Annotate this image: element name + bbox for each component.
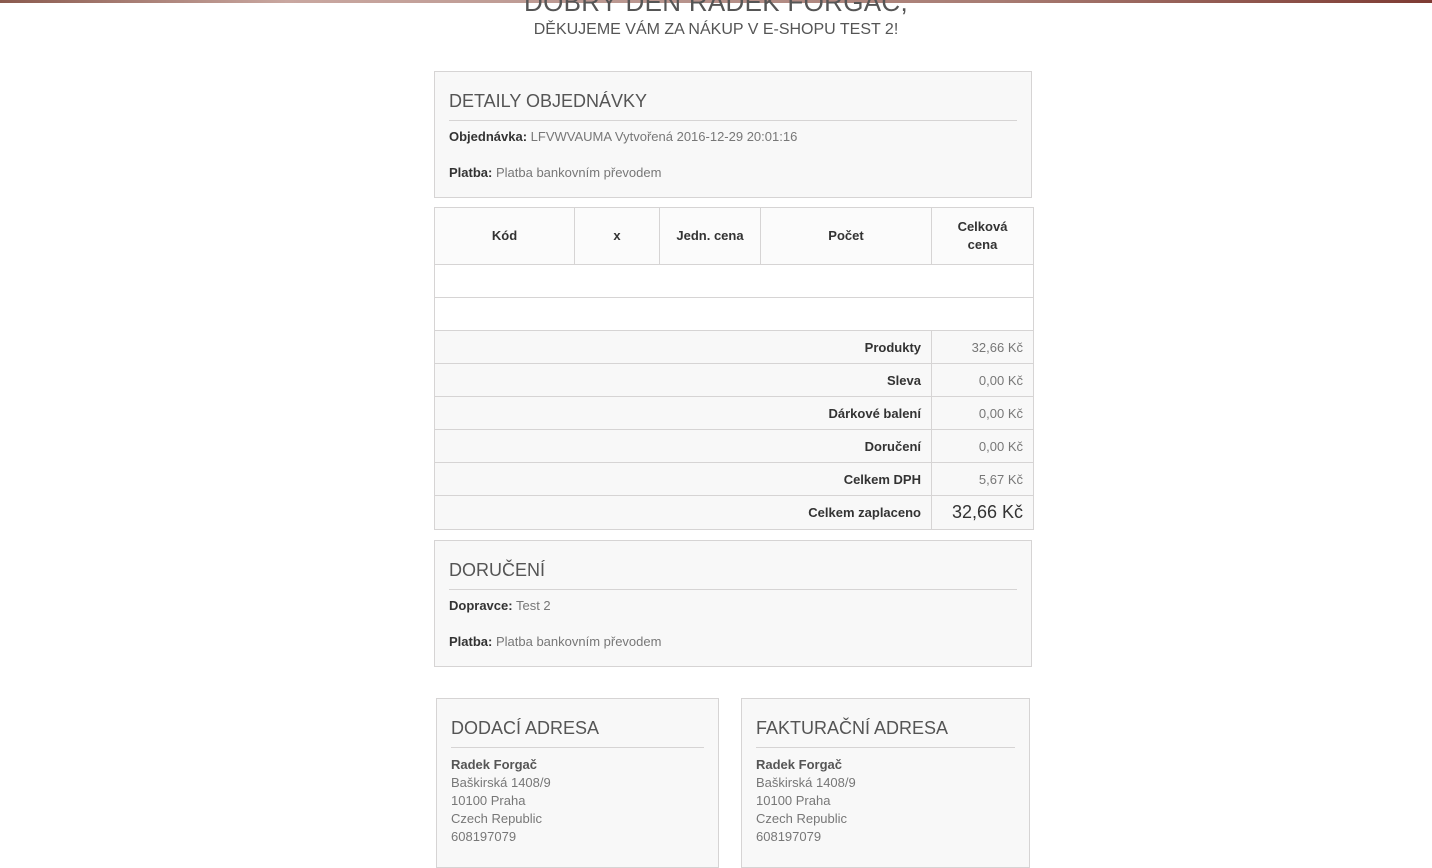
total-paid-value: 32,66 Kč	[931, 495, 1034, 530]
summary-value: 5,67 Kč	[931, 462, 1034, 496]
summary-label: Dárkové balení	[434, 396, 932, 430]
summary-label: Celkem zaplaceno	[434, 495, 932, 530]
order-items-table: Kód x Jedn. cena Počet Celková cena Prod…	[434, 207, 1034, 530]
billing-street: Baškirská 1408/9	[756, 775, 856, 790]
empty-cell	[434, 297, 1034, 331]
thank-you-message: DĚKUJEME VÁM ZA NÁKUP V E-SHOPU TEST 2!	[533, 21, 899, 38]
summary-value: 0,00 Kč	[931, 396, 1034, 430]
order-payment-value: Platba bankovním převodem	[495, 165, 662, 180]
column-header-x: x	[574, 207, 660, 265]
billing-address-details: Radek Forgač Baškirská 1408/9 10100 Prah…	[756, 748, 1015, 846]
table-header-row: Kód x Jedn. cena Počet Celková cena	[434, 207, 1034, 265]
shipping-address-box: DODACÍ ADRESA Radek Forgač Baškirská 140…	[436, 698, 719, 868]
summary-row-shipping: Doručení 0,00 Kč	[434, 429, 1034, 463]
summary-row-gift-wrap: Dárkové balení 0,00 Kč	[434, 396, 1034, 430]
summary-value: 0,00 Kč	[931, 363, 1034, 397]
delivery-payment-line: Platba: Platba bankovním převodem	[449, 634, 1017, 650]
column-header-total-price: Celková cena	[931, 207, 1034, 265]
shipping-street: Baškirská 1408/9	[451, 775, 551, 790]
empty-cell	[434, 264, 1034, 298]
order-number-label: Objednávka:	[449, 129, 528, 144]
summary-row-total-paid: Celkem zaplaceno 32,66 Kč	[434, 495, 1034, 530]
summary-row-discount: Sleva 0,00 Kč	[434, 363, 1034, 397]
shipping-phone: 608197079	[451, 829, 517, 844]
order-payment-label: Platba:	[449, 165, 493, 180]
order-number-value: LFVWVAUMA Vytvořená 2016-12-29 20:01:16	[530, 129, 798, 144]
summary-label: Produkty	[434, 330, 932, 364]
shipping-city: 10100 Praha	[451, 793, 526, 808]
shipping-address-title: DODACÍ ADRESA	[451, 699, 704, 748]
carrier-line: Dopravce: Test 2	[449, 598, 1017, 614]
summary-row-products: Produkty 32,66 Kč	[434, 330, 1034, 364]
summary-label: Doručení	[434, 429, 932, 463]
table-row	[434, 297, 1034, 331]
summary-label: Sleva	[434, 363, 932, 397]
shipping-name: Radek Forgač	[451, 757, 537, 772]
billing-address-title: FAKTURAČNÍ ADRESA	[756, 699, 1015, 748]
shipping-country: Czech Republic	[451, 811, 543, 826]
column-header-quantity: Počet	[760, 207, 932, 265]
billing-city: 10100 Praha	[756, 793, 831, 808]
delivery-title: DORUČENÍ	[449, 541, 1017, 590]
delivery-box: DORUČENÍ Dopravce: Test 2 Platba: Platba…	[434, 540, 1032, 667]
summary-label: Celkem DPH	[434, 462, 932, 496]
billing-address-box: FAKTURAČNÍ ADRESA Radek Forgač Baškirská…	[741, 698, 1030, 868]
billing-name: Radek Forgač	[756, 757, 842, 772]
column-header-unit-price: Jedn. cena	[659, 207, 761, 265]
table-row	[434, 264, 1034, 298]
shipping-address-details: Radek Forgač Baškirská 1408/9 10100 Prah…	[451, 748, 704, 846]
greeting-heading: DOBRÝ DEN RADEK FORGÁČ,	[524, 0, 908, 17]
summary-value: 0,00 Kč	[931, 429, 1034, 463]
order-payment-line: Platba: Platba bankovním převodem	[449, 165, 1017, 181]
billing-phone: 608197079	[756, 829, 822, 844]
delivery-payment-value: Platba bankovním převodem	[495, 634, 662, 649]
summary-value: 32,66 Kč	[931, 330, 1034, 364]
carrier-value: Test 2	[515, 598, 551, 613]
order-details-box: DETAILY OBJEDNÁVKY Objednávka: LFVWVAUMA…	[434, 71, 1032, 198]
order-number-line: Objednávka: LFVWVAUMA Vytvořená 2016-12-…	[449, 129, 1017, 145]
summary-row-vat: Celkem DPH 5,67 Kč	[434, 462, 1034, 496]
carrier-label: Dopravce:	[449, 598, 513, 613]
delivery-payment-label: Platba:	[449, 634, 493, 649]
order-details-title: DETAILY OBJEDNÁVKY	[449, 72, 1017, 121]
billing-country: Czech Republic	[756, 811, 848, 826]
column-header-code: Kód	[434, 207, 575, 265]
